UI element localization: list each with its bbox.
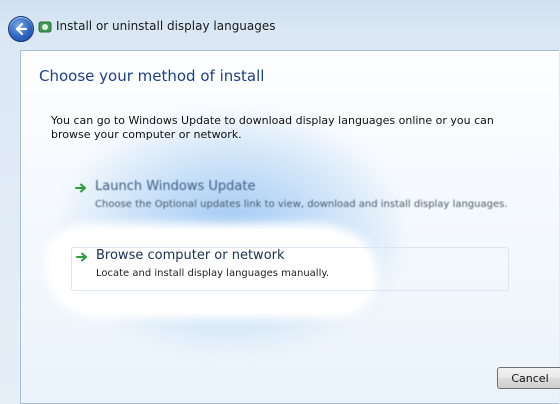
title-bar: Install or uninstall display languages — [0, 16, 560, 46]
browse-computer-option[interactable]: Browse computer or network Locate and in… — [71, 247, 509, 291]
option-subtitle: Locate and install display languages man… — [96, 268, 330, 279]
launch-windows-update-option[interactable]: Launch Windows Update Choose the Optiona… — [71, 179, 511, 219]
back-button[interactable] — [8, 16, 34, 42]
option-title: Launch Windows Update — [95, 179, 256, 194]
page-description: You can go to Windows Update to download… — [51, 114, 494, 141]
content-panel: Choose your method of install You can go… — [20, 50, 560, 404]
option-title: Browse computer or network — [96, 248, 285, 263]
back-arrow-icon — [15, 22, 28, 36]
window-title: Install or uninstall display languages — [56, 19, 276, 33]
page-heading: Choose your method of install — [39, 67, 265, 85]
window-frame: Install or uninstall display languages C… — [0, 0, 560, 404]
green-arrow-icon — [75, 183, 86, 193]
option-subtitle: Choose the Optional updates link to view… — [95, 199, 508, 210]
cancel-button[interactable]: Cancel — [497, 367, 560, 389]
green-arrow-icon — [76, 252, 87, 262]
languages-icon — [38, 21, 52, 33]
